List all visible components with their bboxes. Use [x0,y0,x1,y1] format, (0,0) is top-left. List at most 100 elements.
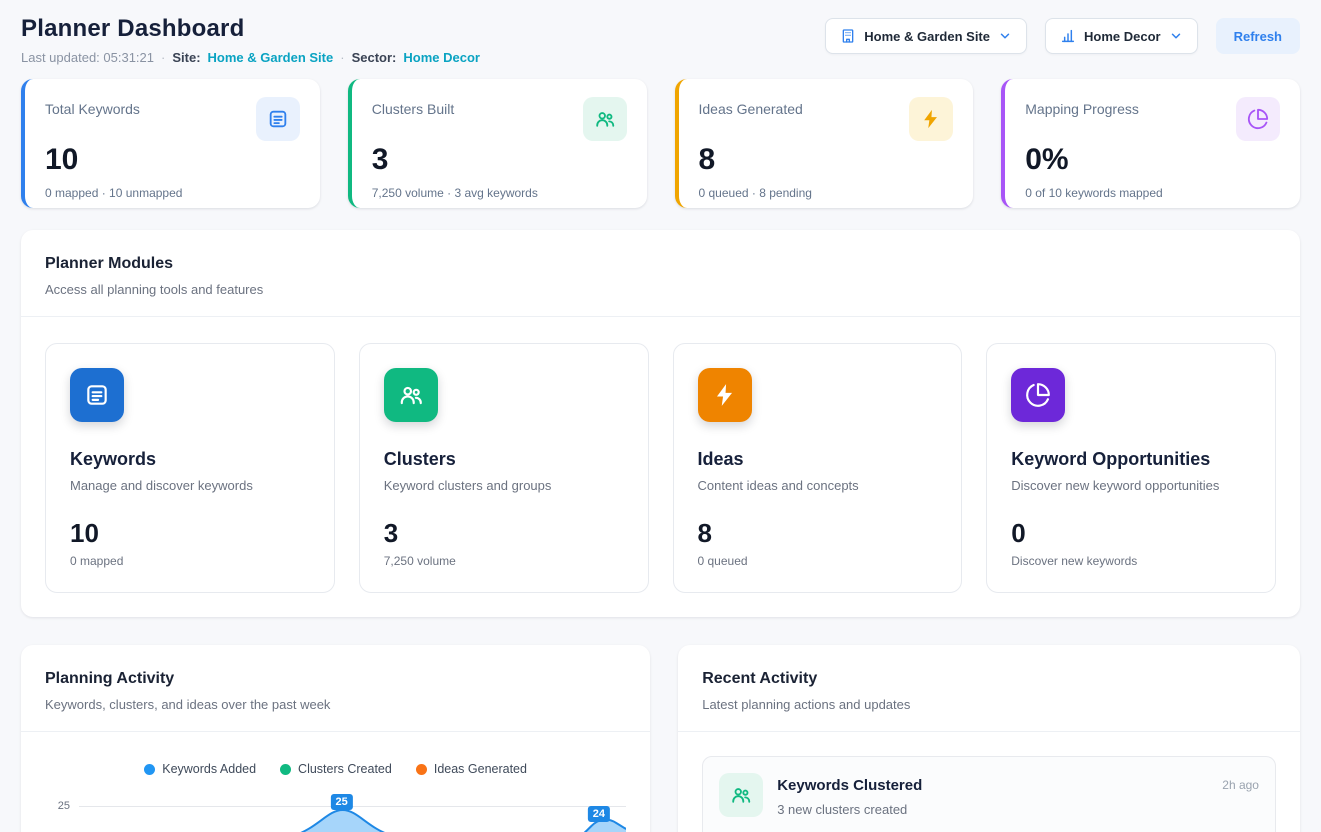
y-axis-tick: 25 [45,800,79,832]
stat-label: Mapping Progress [1025,101,1139,117]
users-icon [719,773,763,817]
module-value: 8 [698,518,938,548]
pie-chart-icon [1236,97,1280,141]
sector-selector-label: Home Decor [1084,29,1161,44]
legend-label: Ideas Generated [434,762,527,776]
activity-description: 3 new clusters created [777,802,1208,817]
stat-label: Ideas Generated [699,101,803,117]
module-detail: Discover new keywords [1011,554,1251,568]
keywords-added-area-series [79,806,626,832]
stat-value: 10 [45,143,300,177]
legend-dot [144,764,155,775]
module-card-keywords[interactable]: Keywords Manage and discover keywords 10… [45,343,335,593]
stat-value: 8 [699,143,954,177]
module-title: Keyword Opportunities [1011,448,1251,470]
legend-dot [280,764,291,775]
module-detail: 7,250 volume [384,554,624,568]
stat-detail: 0 of 10 keywords mapped [1025,186,1280,200]
divider [21,316,1300,317]
bar-chart-icon [1060,28,1076,44]
bottom-row: Planning Activity Keywords, clusters, an… [21,645,1300,832]
separator-dot: · [340,49,344,67]
stat-card-total-keywords: Total Keywords 10 0 mapped · 10 unmapped [21,79,320,208]
module-card-ideas[interactable]: Ideas Content ideas and concepts 8 0 que… [673,343,963,593]
stat-card-mapping-progress: Mapping Progress 0% 0 of 10 keywords map… [1001,79,1300,208]
modules-section-title: Planner Modules [45,254,1276,274]
chart-plot-area: 25 24 [79,792,626,832]
header-controls: Home & Garden Site Home Decor Refresh [825,18,1300,54]
legend-item-ideas-generated: Ideas Generated [416,762,527,776]
divider [21,731,650,732]
module-card-clusters[interactable]: Clusters Keyword clusters and groups 3 7… [359,343,649,593]
activity-item-keywords-clustered[interactable]: Keywords Clustered 3 new clusters create… [702,756,1276,832]
document-icon [256,97,300,141]
legend-item-clusters-created: Clusters Created [280,762,392,776]
document-icon [70,368,124,422]
modules-grid: Keywords Manage and discover keywords 10… [45,343,1276,593]
module-title: Ideas [698,448,938,470]
stat-card-ideas-generated: Ideas Generated 8 0 queued · 8 pending [675,79,974,208]
planning-activity-title: Planning Activity [45,669,626,689]
page-title: Planner Dashboard [21,14,480,44]
site-link[interactable]: Home & Garden Site [208,49,334,67]
chart-legend: Keywords Added Clusters Created Ideas Ge… [45,762,626,776]
building-icon [840,28,856,44]
site-selector-label: Home & Garden Site [864,29,990,44]
module-value: 10 [70,518,310,548]
recent-activity-card: Recent Activity Latest planning actions … [678,645,1300,832]
module-value: 0 [1011,518,1251,548]
chevron-down-icon [998,29,1012,43]
module-value: 3 [384,518,624,548]
sector-selector-button[interactable]: Home Decor [1045,18,1198,54]
legend-label: Clusters Created [298,762,392,776]
legend-dot [416,764,427,775]
module-description: Keyword clusters and groups [384,477,624,494]
module-title: Clusters [384,448,624,470]
planning-activity-chart: 25 25 24 [45,792,626,832]
header-left: Planner Dashboard Last updated: 05:31:21… [21,14,480,67]
refresh-button[interactable]: Refresh [1216,18,1300,54]
legend-item-keywords-added: Keywords Added [144,762,256,776]
site-label: Site: [172,49,200,67]
stat-detail: 0 mapped · 10 unmapped [45,186,300,200]
last-updated-text: Last updated: 05:31:21 [21,49,154,67]
users-icon [583,97,627,141]
module-detail: 0 mapped [70,554,310,568]
site-selector-button[interactable]: Home & Garden Site [825,18,1027,54]
module-title: Keywords [70,448,310,470]
data-label-badge: 25 [331,794,353,810]
planner-dashboard-page: Planner Dashboard Last updated: 05:31:21… [0,0,1321,832]
stat-label: Total Keywords [45,101,140,117]
separator-dot: · [161,49,165,67]
page-header: Planner Dashboard Last updated: 05:31:21… [21,14,1300,67]
users-icon [384,368,438,422]
module-detail: 0 queued [698,554,938,568]
divider [678,731,1300,732]
meta-line: Last updated: 05:31:21 · Site: Home & Ga… [21,49,480,67]
planning-activity-card: Planning Activity Keywords, clusters, an… [21,645,650,832]
planner-modules-section: Planner Modules Access all planning tool… [21,230,1300,617]
activity-title: Keywords Clustered [777,777,1208,794]
data-label-badge: 24 [588,806,610,822]
stat-card-clusters-built: Clusters Built 3 7,250 volume · 3 avg ke… [348,79,647,208]
stat-detail: 7,250 volume · 3 avg keywords [372,186,627,200]
module-card-keyword-opportunities[interactable]: Keyword Opportunities Discover new keywo… [986,343,1276,593]
stats-row: Total Keywords 10 0 mapped · 10 unmapped… [21,79,1300,208]
module-description: Content ideas and concepts [698,477,938,494]
module-description: Manage and discover keywords [70,477,310,494]
module-description: Discover new keyword opportunities [1011,477,1251,494]
pie-chart-icon [1011,368,1065,422]
stat-value: 3 [372,143,627,177]
recent-activity-title: Recent Activity [702,669,1276,689]
sector-link[interactable]: Home Decor [403,49,480,67]
bolt-icon [698,368,752,422]
modules-section-subtitle: Access all planning tools and features [45,281,1276,298]
bolt-icon [909,97,953,141]
planning-activity-subtitle: Keywords, clusters, and ideas over the p… [45,696,626,713]
stat-value: 0% [1025,143,1280,177]
sector-label: Sector: [352,49,397,67]
stat-label: Clusters Built [372,101,454,117]
chevron-down-icon [1169,29,1183,43]
stat-detail: 0 queued · 8 pending [699,186,954,200]
activity-timestamp: 2h ago [1222,778,1259,832]
